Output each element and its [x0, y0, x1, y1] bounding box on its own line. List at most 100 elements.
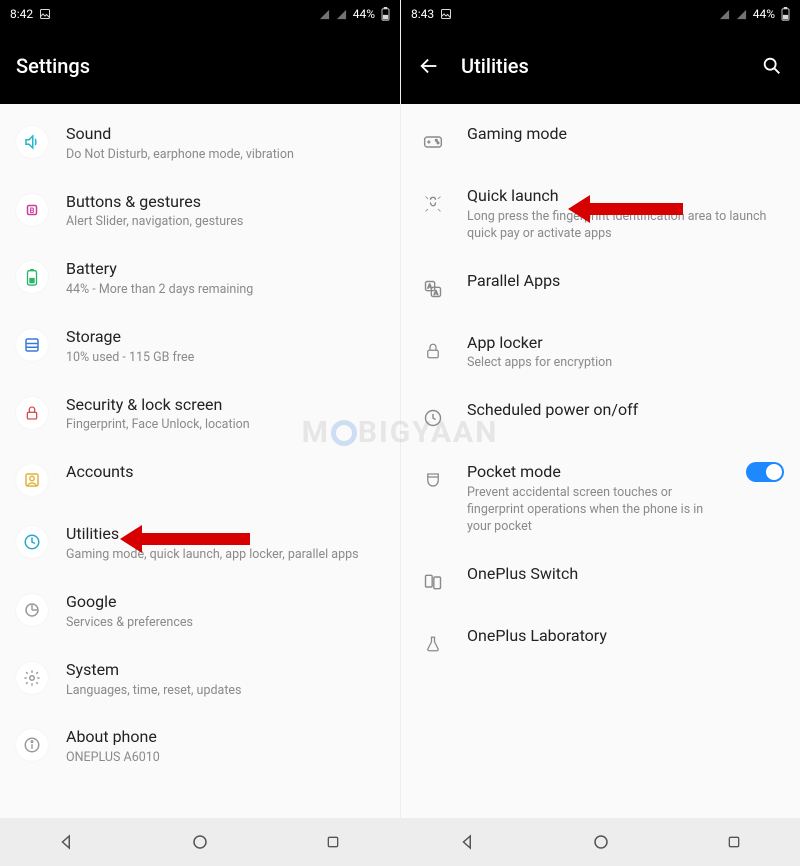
nav-recents-button[interactable] [720, 828, 748, 856]
app-header: Utilities [401, 28, 800, 104]
utilities-item-parallel-apps[interactable]: AA Parallel Apps [401, 257, 800, 319]
item-label: Utilities [66, 524, 384, 545]
page-title: Utilities [461, 54, 740, 78]
utilities-item-oneplus-laboratory[interactable]: OnePlus Laboratory [401, 612, 800, 674]
google-icon [16, 594, 48, 626]
battery-percent-text: 44% [753, 7, 775, 21]
sim-icon [336, 9, 347, 20]
item-label: Gaming mode [467, 124, 784, 145]
settings-item-battery[interactable]: Battery 44% - More than 2 days remaining [0, 245, 400, 313]
nav-home-button[interactable] [186, 828, 214, 856]
flask-icon [417, 628, 449, 660]
search-button[interactable] [760, 54, 784, 78]
page-title: Settings [16, 54, 384, 78]
navigation-bar [0, 818, 400, 866]
item-label: Accounts [66, 462, 384, 483]
item-label: About phone [66, 727, 384, 748]
utilities-item-pocket-mode[interactable]: Pocket mode Prevent accidental screen to… [401, 448, 800, 549]
status-bar: 8:42 44% [0, 0, 400, 28]
nav-back-button[interactable] [53, 828, 81, 856]
svg-text:A: A [434, 290, 438, 296]
item-label: OnePlus Laboratory [467, 626, 784, 647]
utilities-item-app-locker[interactable]: App locker Select apps for encryption [401, 319, 800, 387]
svg-text:A: A [428, 284, 432, 290]
svg-text:B: B [30, 206, 35, 215]
padlock-icon [417, 335, 449, 367]
battery-percent-text: 44% [353, 7, 375, 21]
settings-item-system[interactable]: System Languages, time, reset, updates [0, 646, 400, 714]
item-subtitle: Fingerprint, Face Unlock, location [66, 417, 384, 434]
utilities-item-scheduled-power[interactable]: Scheduled power on/off [401, 386, 800, 448]
utilities-icon [16, 526, 48, 558]
item-subtitle: 44% - More than 2 days remaining [66, 282, 384, 299]
fingerprint-tap-icon [417, 188, 449, 220]
item-subtitle: Select apps for encryption [467, 355, 784, 372]
battery-icon [381, 7, 390, 21]
nav-back-button[interactable] [454, 828, 482, 856]
item-label: Battery [66, 259, 384, 280]
item-label: Storage [66, 327, 384, 348]
accounts-icon [16, 464, 48, 496]
clock-text: 8:42 [10, 7, 33, 21]
settings-item-utilities[interactable]: Utilities Gaming mode, quick launch, app… [0, 510, 400, 578]
gamepad-icon [417, 126, 449, 158]
item-subtitle: Long press the fingerprint identificatio… [467, 209, 784, 243]
settings-list: Sound Do Not Disturb, earphone mode, vib… [0, 104, 400, 818]
nav-home-button[interactable] [587, 828, 615, 856]
parallel-apps-icon: AA [417, 273, 449, 305]
phone-left: 8:42 44% Settings Sound [0, 0, 400, 866]
item-subtitle: Languages, time, reset, updates [66, 683, 384, 700]
lock-icon [16, 397, 48, 429]
gear-icon [16, 662, 48, 694]
item-label: Scheduled power on/off [467, 400, 784, 421]
item-subtitle: 10% used - 115 GB free [66, 350, 384, 367]
item-label: Pocket mode [467, 462, 728, 483]
app-header: Settings [0, 28, 400, 104]
item-label: Security & lock screen [66, 395, 384, 416]
status-bar: 8:43 44% [401, 0, 800, 28]
item-subtitle: Prevent accidental screen touches or fin… [467, 485, 728, 536]
item-subtitle: ONEPLUS A6010 [66, 750, 384, 767]
utilities-item-quick-launch[interactable]: Quick launch Long press the fingerprint … [401, 172, 800, 257]
phone-right: 8:43 44% Utilities [400, 0, 800, 866]
settings-item-google[interactable]: Google Services & preferences [0, 578, 400, 646]
settings-item-about-phone[interactable]: About phone ONEPLUS A6010 [0, 713, 400, 781]
back-button[interactable] [417, 54, 441, 78]
item-label: Parallel Apps [467, 271, 784, 292]
settings-item-buttons-gestures[interactable]: B Buttons & gestures Alert Slider, navig… [0, 178, 400, 246]
utilities-item-gaming-mode[interactable]: Gaming mode [401, 110, 800, 172]
item-label: App locker [467, 333, 784, 354]
buttons-icon: B [16, 194, 48, 226]
item-label: Sound [66, 124, 384, 145]
item-subtitle: Alert Slider, navigation, gestures [66, 214, 384, 231]
battery-icon [16, 261, 48, 293]
pocket-mode-toggle[interactable] [746, 462, 784, 482]
item-label: System [66, 660, 384, 681]
navigation-bar [401, 818, 800, 866]
sim-icon [736, 9, 747, 20]
nav-recents-button[interactable] [319, 828, 347, 856]
storage-icon [16, 329, 48, 361]
utilities-list: Gaming mode Quick launch Long press the … [401, 104, 800, 818]
item-subtitle: Gaming mode, quick launch, app locker, p… [66, 547, 384, 564]
utilities-item-oneplus-switch[interactable]: OnePlus Switch [401, 550, 800, 612]
item-subtitle: Do Not Disturb, earphone mode, vibration [66, 147, 384, 164]
item-subtitle: Services & preferences [66, 615, 384, 632]
item-label: Google [66, 592, 384, 613]
clock-icon [417, 402, 449, 434]
item-label: Buttons & gestures [66, 192, 384, 213]
sim-icon [319, 9, 330, 20]
picture-icon [440, 8, 452, 20]
info-icon [16, 729, 48, 761]
item-label: Quick launch [467, 186, 784, 207]
settings-item-storage[interactable]: Storage 10% used - 115 GB free [0, 313, 400, 381]
item-label: OnePlus Switch [467, 564, 784, 585]
settings-item-security[interactable]: Security & lock screen Fingerprint, Face… [0, 381, 400, 449]
picture-icon [39, 8, 51, 20]
settings-item-accounts[interactable]: Accounts [0, 448, 400, 510]
clock-text: 8:43 [411, 7, 434, 21]
sim-icon [719, 9, 730, 20]
settings-item-sound[interactable]: Sound Do Not Disturb, earphone mode, vib… [0, 110, 400, 178]
battery-icon [781, 7, 790, 21]
pocket-icon [417, 464, 449, 496]
